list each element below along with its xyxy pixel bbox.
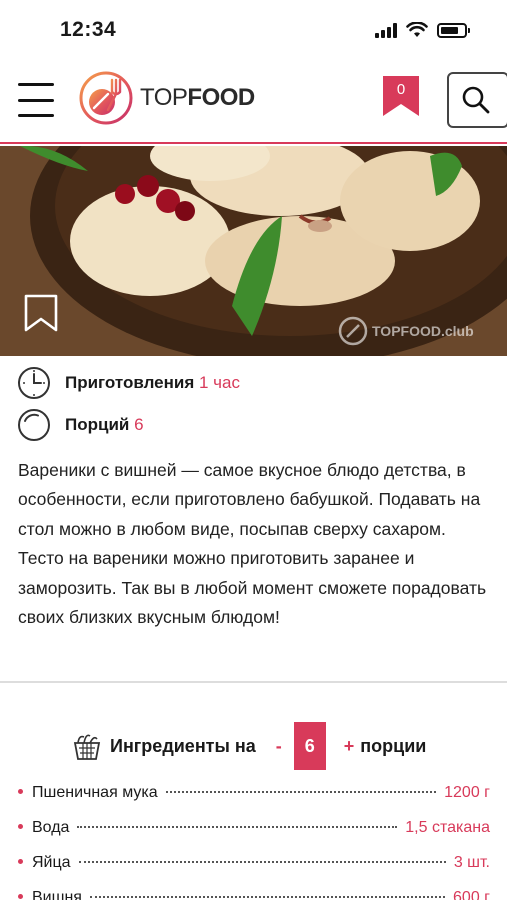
search-button[interactable] [447, 72, 507, 128]
dot-leader [89, 896, 446, 898]
servings-label: Порций [65, 415, 130, 434]
ingredient-qty: 3 шт. [453, 854, 490, 871]
servings-suffix: порции [360, 735, 427, 756]
wifi-icon [406, 22, 428, 37]
bullet-icon [18, 859, 23, 864]
status-time: 12:34 [60, 18, 117, 41]
dot-leader [77, 826, 398, 828]
basket-icon [73, 734, 101, 760]
save-recipe-icon[interactable] [24, 294, 58, 332]
ingredient-name: Пшеничная мука [32, 784, 158, 801]
watermark-logo-icon [338, 316, 368, 346]
site-header: TOPFOOD 0 [0, 62, 507, 144]
ingredient-qty: 1,5 стакана [405, 819, 490, 836]
servings-count: 6 [293, 722, 326, 770]
bullet-icon [18, 824, 23, 829]
status-icons [375, 22, 470, 38]
site-logo[interactable]: TOPFOOD [78, 70, 255, 126]
prep-time-label: Приготовления [65, 373, 195, 392]
dot-leader [165, 791, 437, 793]
prep-time-value: 1 час [199, 373, 240, 392]
description-paragraph: Тесто на вареники можно приготовить зара… [18, 548, 487, 628]
search-icon [462, 86, 490, 114]
saved-recipes-button[interactable]: 0 [383, 76, 419, 116]
description-paragraph: Вареники с вишней — самое вкусное блюдо … [18, 460, 481, 539]
ingredient-qty: 600 г [453, 889, 490, 900]
recipe-description: Вареники с вишней — самое вкусное блюдо … [18, 456, 498, 632]
ingredients-list: Пшеничная мука 1200 г Вода 1,5 стакана Я… [18, 784, 490, 900]
servings-value: 6 [134, 415, 144, 434]
prep-time-row: Приготовления 1 час [17, 366, 240, 400]
servings-increase-button[interactable]: + [344, 736, 355, 757]
battery-icon [437, 22, 470, 38]
status-bar: 12:34 [0, 0, 507, 62]
ingredient-row: Вода 1,5 стакана [18, 819, 490, 854]
ingredient-row: Яйца 3 шт. [18, 854, 490, 889]
ingredient-row: Вишня 600 г [18, 889, 490, 900]
ingredient-name: Вишня [32, 889, 82, 900]
clock-icon [18, 367, 50, 399]
bullet-icon [18, 894, 23, 899]
section-divider [0, 681, 507, 683]
logo-wordmark: TOPFOOD [140, 84, 255, 111]
hamburger-menu-icon[interactable] [18, 83, 54, 117]
ingredients-title: Ингредиенты на [110, 735, 256, 756]
ingredient-name: Вода [32, 819, 70, 836]
ingredient-qty: 1200 г [444, 784, 490, 801]
bullet-icon [18, 789, 23, 794]
servings-decrease-button[interactable]: - [276, 736, 282, 757]
signal-icon [375, 22, 397, 38]
plate-icon [18, 409, 50, 441]
ingredient-row: Пшеничная мука 1200 г [18, 784, 490, 819]
recipe-photo: TOPFOOD.club [0, 146, 507, 356]
logo-mark-icon [79, 71, 133, 125]
servings-row: Порций 6 [17, 408, 144, 442]
dot-leader [78, 861, 446, 863]
saved-count: 0 [396, 81, 406, 98]
photo-watermark: TOPFOOD.club [338, 316, 474, 346]
ingredients-header: Ингредиенты на - 6 + порции [72, 722, 426, 770]
ingredient-name: Яйца [32, 854, 71, 871]
